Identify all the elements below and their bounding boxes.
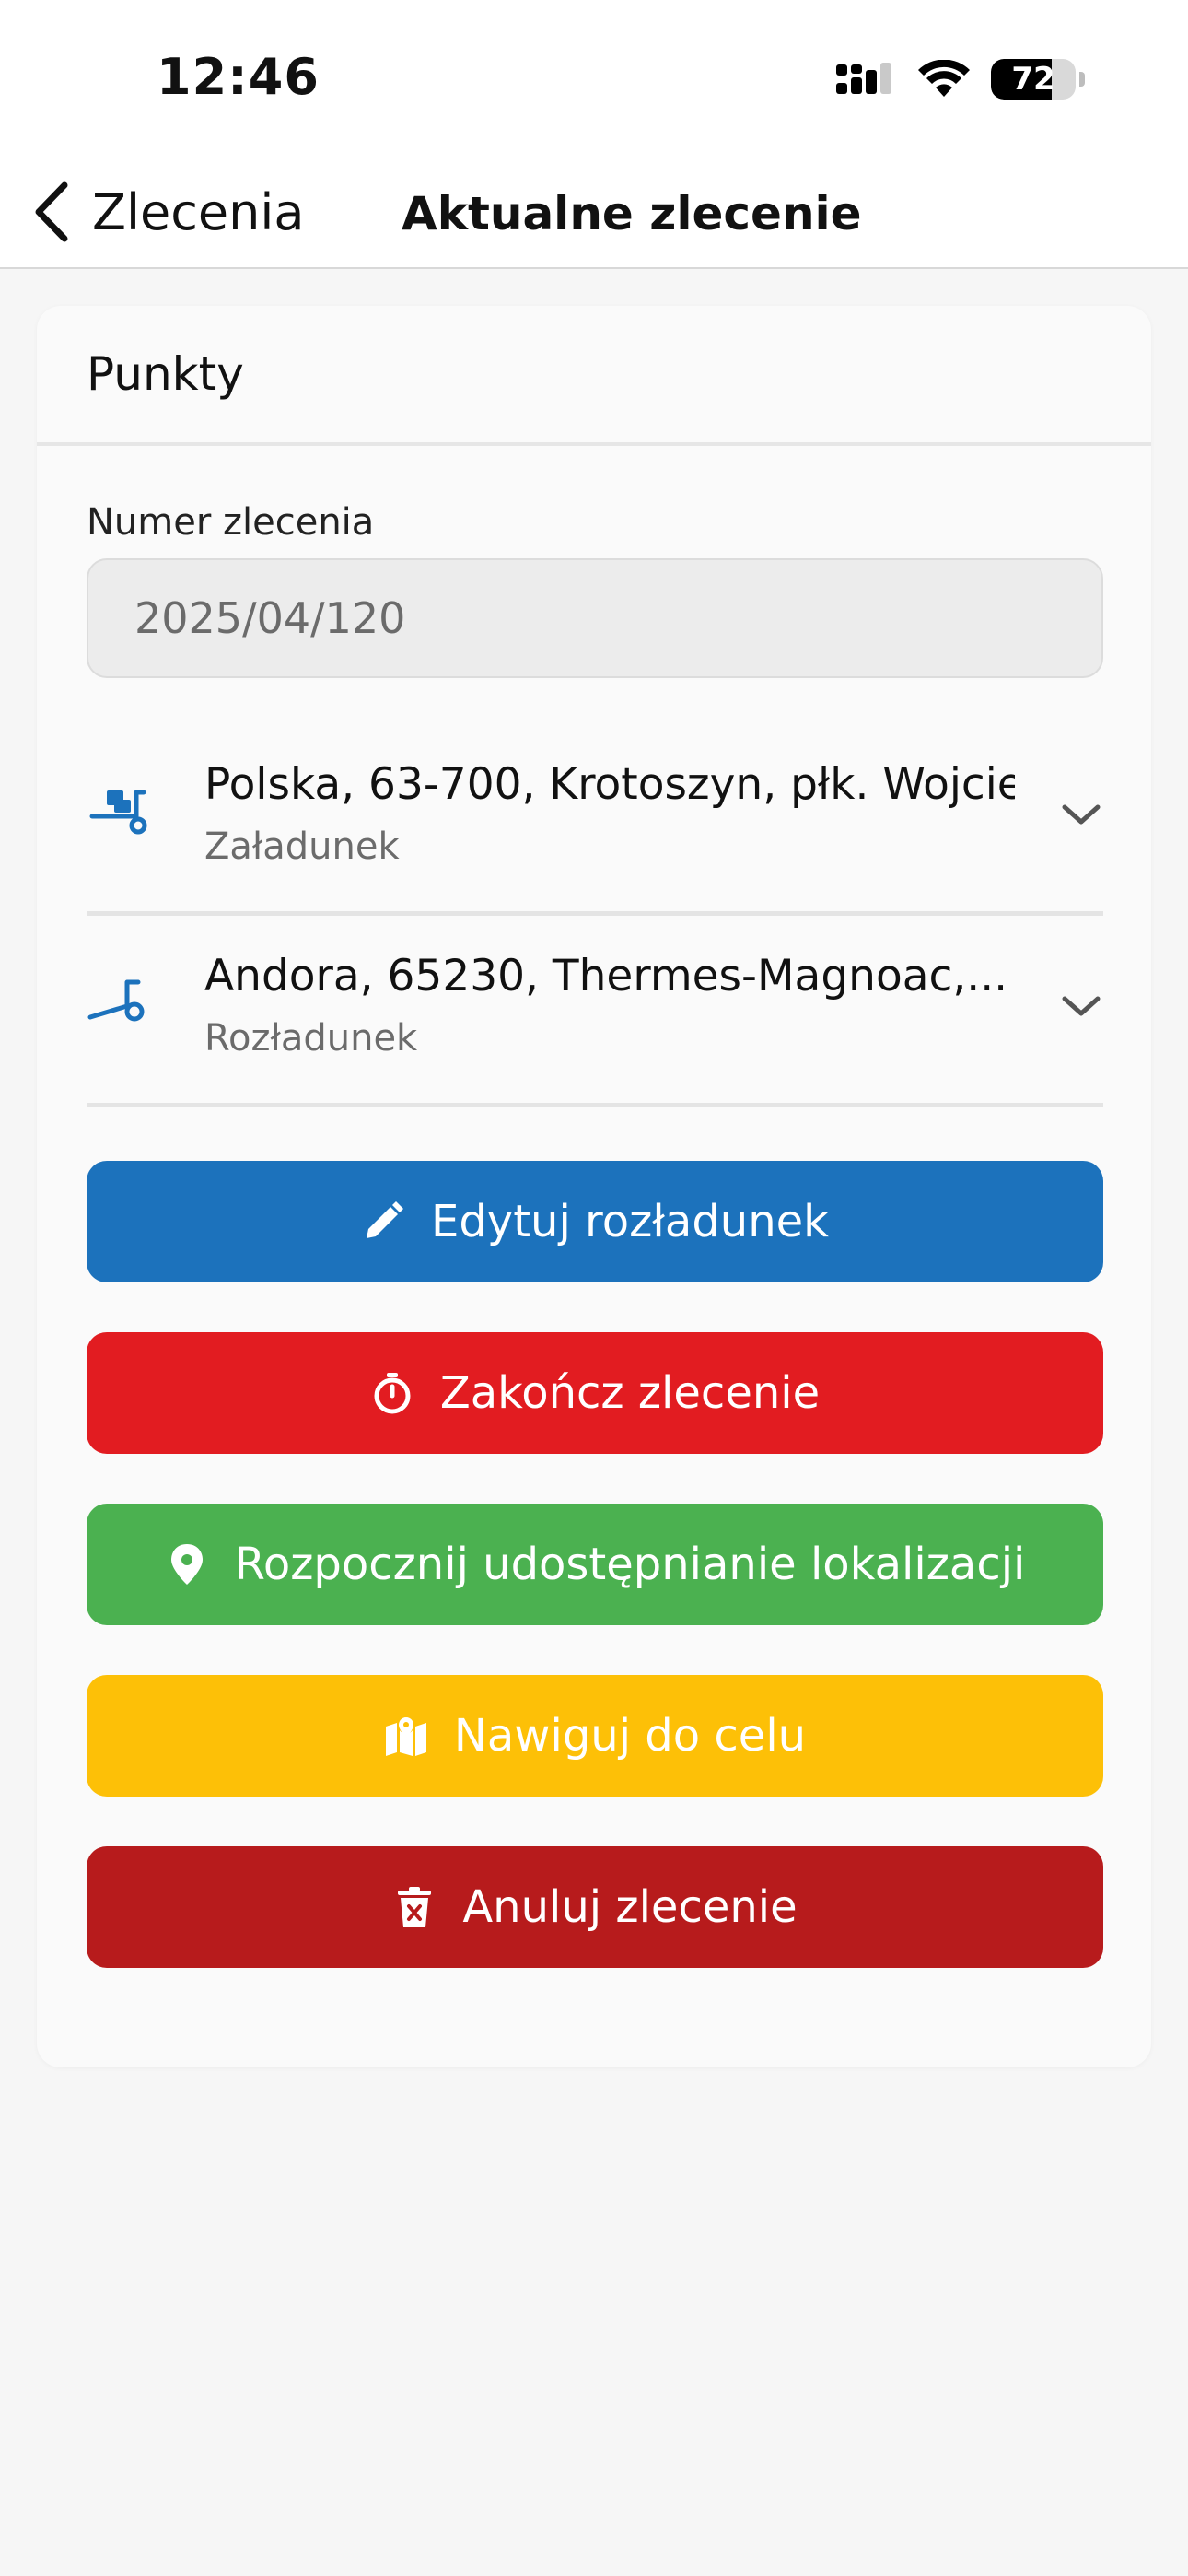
order-number-field[interactable] <box>87 558 1103 678</box>
cancel-order-button[interactable]: Anuluj zlecenie <box>87 1846 1103 1968</box>
empty-dolly-icon <box>87 979 145 1022</box>
back-button-label: Zlecenia <box>92 182 305 241</box>
point-loading[interactable]: Polska, 63-700, Krotoszyn, płk. Wojcie..… <box>87 732 1103 916</box>
status-bar: 12:46 72 <box>0 0 1188 157</box>
point-address: Polska, 63-700, Krotoszyn, płk. Wojcie..… <box>204 759 1015 810</box>
wifi-icon <box>918 60 970 97</box>
order-number-label: Numer zlecenia <box>87 501 375 544</box>
point-address: Andora, 65230, Thermes-Magnoac,... <box>204 951 1008 1001</box>
start-location-sharing-button[interactable]: Rozpocznij udostępnianie lokalizacji <box>87 1504 1103 1625</box>
chevron-left-icon <box>35 181 68 242</box>
edit-unloading-button[interactable]: Edytuj rozładunek <box>87 1161 1103 1282</box>
trash-icon <box>398 1887 432 1927</box>
stopwatch-icon <box>374 1373 411 1414</box>
battery-cap <box>1079 72 1085 87</box>
point-type: Załadunek <box>204 825 400 868</box>
cancel-order-label: Anuluj zlecenie <box>462 1881 798 1933</box>
chevron-down-icon[interactable] <box>1059 984 1103 1028</box>
start-location-sharing-label: Rozpocznij udostępnianie lokalizacji <box>234 1539 1026 1590</box>
point-type: Rozładunek <box>204 1017 418 1060</box>
card-header: Punkty <box>37 306 1151 446</box>
status-icons: 72 <box>836 57 1085 101</box>
finish-order-button[interactable]: Zakończ zlecenie <box>87 1332 1103 1454</box>
finish-order-label: Zakończ zlecenie <box>439 1367 821 1419</box>
pencil-icon <box>367 1201 403 1238</box>
location-pin-icon <box>170 1544 203 1585</box>
status-time: 12:46 <box>157 48 320 106</box>
back-button[interactable]: Zlecenia <box>31 175 304 249</box>
map-icon <box>385 1717 426 1756</box>
points-card: Punkty Numer zlecenia Polska, 63-700, Kr… <box>37 306 1151 2067</box>
navigate-button[interactable]: Nawiguj do celu <box>87 1675 1103 1797</box>
point-unloading[interactable]: Andora, 65230, Thermes-Magnoac,... Rozła… <box>87 923 1103 1107</box>
battery-level: 72 <box>1011 61 1055 98</box>
navigation-bar: Zlecenia Aktualne zlecenie <box>0 157 1188 269</box>
edit-unloading-label: Edytuj rozładunek <box>431 1196 829 1247</box>
chevron-down-icon[interactable] <box>1059 792 1103 837</box>
page-title: Aktualne zlecenie <box>402 187 862 240</box>
card-title: Punkty <box>87 347 244 401</box>
battery-icon: 72 <box>991 59 1076 100</box>
loading-dolly-icon <box>89 790 147 835</box>
navigate-label: Nawiguj do celu <box>453 1710 807 1762</box>
cellular-signal-icon <box>836 63 891 94</box>
